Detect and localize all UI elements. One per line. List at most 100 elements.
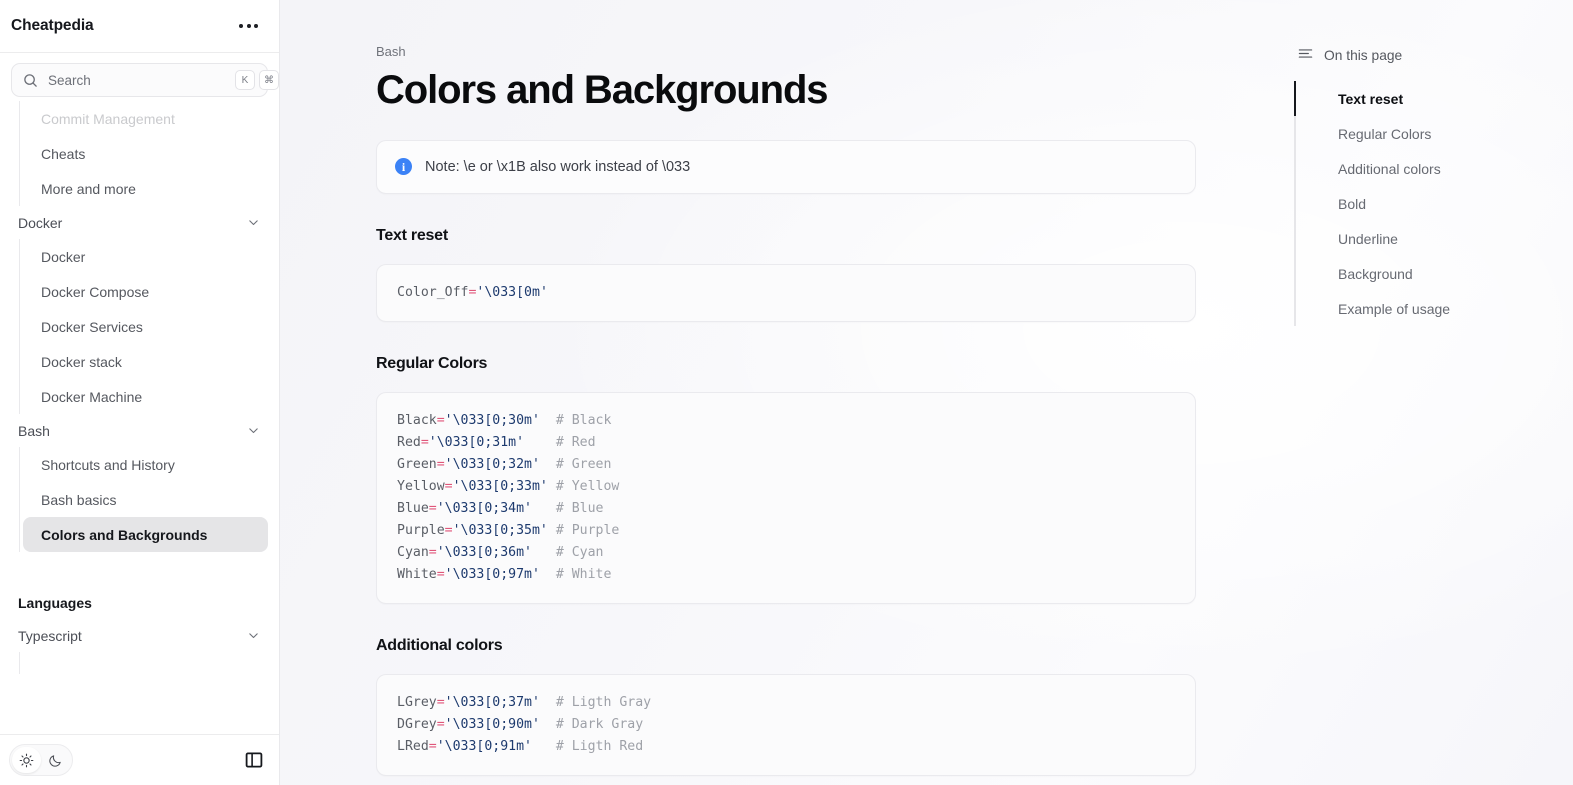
- toc-item-label: Bold: [1338, 195, 1367, 212]
- sidebar-item-docker[interactable]: Docker: [23, 239, 268, 274]
- code-line: DGrey='\033[0;90m' # Dark Gray: [397, 716, 644, 732]
- shortcut-modifier: ⌘: [259, 70, 279, 90]
- chevron-down-icon: [247, 424, 260, 437]
- code-line: Green='\033[0;32m' # Green: [397, 456, 612, 472]
- code-block-regular-colors[interactable]: Black='\033[0;30m' # Black Red='\033[0;3…: [376, 391, 1196, 604]
- main-content: Bash Colors and Backgrounds i Note: \e o…: [280, 0, 1573, 785]
- sidebar-item-shortcuts-and-history[interactable]: Shortcuts and History: [23, 447, 268, 482]
- toc-header: On this page: [1294, 46, 1573, 64]
- note-callout: i Note: \e or \x1B also work instead of …: [376, 139, 1196, 194]
- page-title: Colors and Backgrounds: [376, 68, 829, 112]
- sidebar-group-label: Docker: [18, 214, 63, 231]
- code-line: LRed='\033[0;91m' # Ligth Red: [397, 738, 644, 754]
- nav-group-bash: Bash Shortcuts and History Bash basics C…: [11, 414, 268, 552]
- code-line: Blue='\033[0;34m' # Blue: [397, 500, 604, 516]
- sidebar-item-label: Docker: [41, 248, 86, 265]
- sidebar-item-label: Docker Services: [41, 318, 143, 335]
- toc-item-bold[interactable]: Bold: [1296, 186, 1573, 221]
- sidebar-item-bash-basics[interactable]: Bash basics: [23, 482, 268, 517]
- nav-group-docker: Docker Docker Docker Compose Docker Serv…: [11, 206, 268, 414]
- sidebar-item-label: Bash basics: [41, 491, 117, 508]
- sidebar-footer: [0, 734, 279, 785]
- theme-toggle[interactable]: [9, 744, 73, 776]
- toc-item-text-reset[interactable]: Text reset: [1294, 81, 1573, 116]
- sidebar-item-more-and-more[interactable]: More and more: [23, 171, 268, 206]
- nav-children-bash: Shortcuts and History Bash basics Colors…: [19, 447, 268, 552]
- code-block-additional-colors[interactable]: LGrey='\033[0;37m' # Ligth Gray DGrey='\…: [376, 673, 1196, 776]
- sidebar-section-languages: Languages: [11, 586, 268, 619]
- search-icon: [23, 73, 38, 88]
- sidebar-item-cheats[interactable]: Cheats: [23, 136, 268, 171]
- toc-item-example-of-usage[interactable]: Example of usage: [1296, 291, 1573, 326]
- chevron-down-icon: [247, 629, 260, 642]
- shortcut-key: K: [235, 70, 255, 90]
- sidebar-group-typescript[interactable]: Typescript: [11, 619, 268, 652]
- code-line: White='\033[0;97m' # White: [397, 566, 612, 582]
- app-root: Cheatpedia K ⌘: [0, 0, 1573, 785]
- toc-item-label: Background: [1338, 265, 1413, 282]
- toc-title: On this page: [1324, 47, 1403, 63]
- sidebar-item-docker-machine[interactable]: Docker Machine: [23, 379, 268, 414]
- sidebar-item-label: Docker Compose: [41, 283, 150, 300]
- toc-item-background[interactable]: Background: [1296, 256, 1573, 291]
- toc-item-label: Example of usage: [1338, 300, 1451, 317]
- sidebar-toggle-icon[interactable]: [240, 746, 268, 774]
- document-body: Bash Colors and Backgrounds i Note: \e o…: [280, 0, 1286, 785]
- sidebar-item-label: Shortcuts and History: [41, 456, 175, 473]
- sidebar: Cheatpedia K ⌘: [0, 0, 280, 785]
- code-line: Black='\033[0;30m' # Black: [397, 412, 612, 428]
- sidebar-nav[interactable]: Commit Management Cheats More and more D…: [0, 97, 279, 734]
- brand-title: Cheatpedia: [11, 17, 94, 34]
- code-block-text-reset[interactable]: Color_Off='\033[0m': [376, 263, 1196, 322]
- moon-icon[interactable]: [41, 747, 70, 773]
- sidebar-item-label: Commit Management: [41, 110, 175, 127]
- toc-item-label: Underline: [1338, 230, 1398, 247]
- sidebar-item-label: Docker Machine: [41, 388, 143, 405]
- toc-item-label: Text reset: [1338, 90, 1404, 107]
- sidebar-item-label: Docker stack: [41, 353, 122, 370]
- info-icon: i: [395, 158, 412, 176]
- sidebar-item-docker-services[interactable]: Docker Services: [23, 309, 268, 344]
- sidebar-group-docker[interactable]: Docker: [11, 206, 268, 239]
- ellipsis-icon[interactable]: [237, 18, 260, 34]
- toc-item-regular-colors[interactable]: Regular Colors: [1296, 116, 1573, 151]
- sun-icon[interactable]: [12, 747, 41, 773]
- code-line: Red='\033[0;31m' # Red: [397, 434, 596, 450]
- nav-children-top: Commit Management Cheats More and more: [19, 101, 268, 206]
- toc-item-underline[interactable]: Underline: [1296, 221, 1573, 256]
- sidebar-search-area: K ⌘: [0, 53, 279, 97]
- toc-item-label: Regular Colors: [1338, 125, 1432, 142]
- sidebar-item-docker-stack[interactable]: Docker stack: [23, 344, 268, 379]
- table-of-contents: On this page Text reset Regular Colors A…: [1286, 0, 1573, 785]
- sidebar-item-label: More and more: [41, 180, 136, 197]
- toc-item-additional-colors[interactable]: Additional colors: [1296, 151, 1573, 186]
- breadcrumb: Bash: [376, 44, 406, 59]
- sidebar-item-commit-management[interactable]: Commit Management: [23, 101, 268, 136]
- code-line: Cyan='\033[0;36m' # Cyan: [397, 544, 604, 560]
- list-icon: [1298, 46, 1313, 64]
- note-callout-text: Note: \e or \x1B also work instead of \0…: [425, 158, 691, 175]
- section-heading-additional-colors: Additional colors: [376, 636, 503, 654]
- sidebar-header: Cheatpedia: [0, 0, 279, 53]
- sidebar-item-label: Colors and Backgrounds: [41, 526, 208, 543]
- code-line: Yellow='\033[0;33m' # Yellow: [397, 478, 620, 494]
- section-heading-text-reset: Text reset: [376, 226, 448, 244]
- sidebar-group-bash[interactable]: Bash: [11, 414, 268, 447]
- search-input[interactable]: [48, 72, 225, 88]
- section-heading-regular-colors: Regular Colors: [376, 354, 488, 372]
- chevron-down-icon: [247, 216, 260, 229]
- search-shortcuts: K ⌘: [235, 70, 279, 90]
- sidebar-item-colors-and-backgrounds[interactable]: Colors and Backgrounds: [23, 517, 268, 552]
- nav-group-languages: Languages Typescript: [11, 586, 268, 674]
- sidebar-section-label: Languages: [18, 594, 92, 611]
- search-box[interactable]: K ⌘: [11, 63, 279, 97]
- toc-item-label: Additional colors: [1338, 160, 1441, 177]
- sidebar-item-label: Cheats: [41, 145, 86, 162]
- code-line: Purple='\033[0;35m' # Purple: [397, 522, 620, 538]
- sidebar-item-docker-compose[interactable]: Docker Compose: [23, 274, 268, 309]
- code-line: Color_Off='\033[0m': [397, 284, 548, 300]
- nav-children-typescript: [19, 652, 268, 674]
- toc-list: Text reset Regular Colors Additional col…: [1294, 81, 1573, 326]
- code-line: LGrey='\033[0;37m' # Ligth Gray: [397, 694, 652, 710]
- nav-children-docker: Docker Docker Compose Docker Services Do…: [19, 239, 268, 414]
